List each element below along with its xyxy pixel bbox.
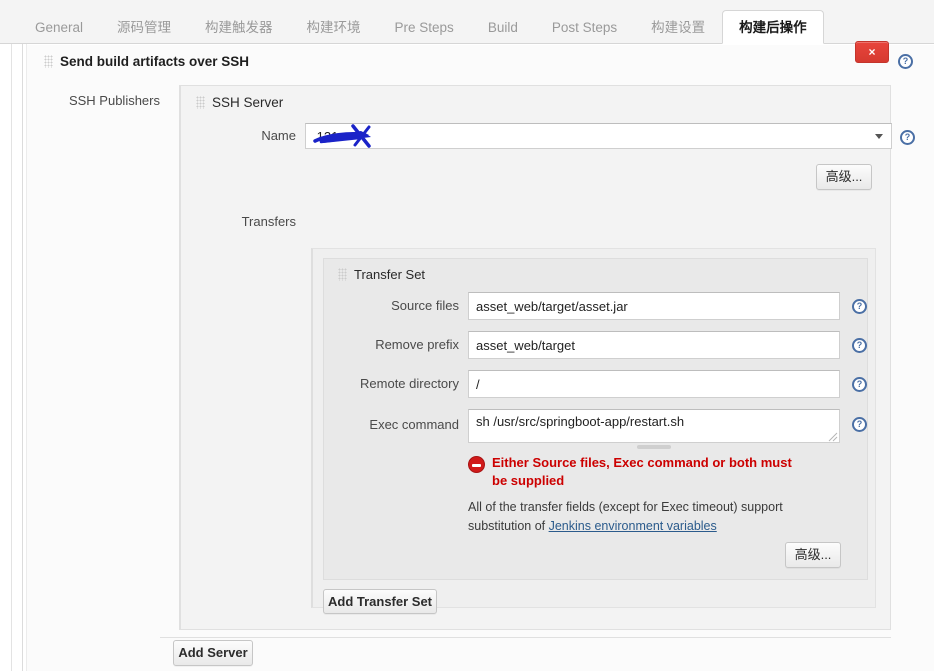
source-files-input[interactable] (468, 292, 840, 320)
server-name-label: Name (261, 128, 296, 143)
ssh-publisher-block: Send build artifacts over SSH × SSH Publ… (27, 41, 934, 671)
jenkins-env-variables-link[interactable]: Jenkins environment variables (549, 519, 717, 533)
publisher-title-text: Send build artifacts over SSH (60, 54, 250, 69)
remove-prefix-help-icon[interactable] (852, 338, 867, 353)
substitution-hint: All of the transfer fields (except for E… (468, 498, 788, 536)
jenkins-job-config-page: General 源码管理 构建触发器 构建环境 Pre Steps Build … (0, 0, 934, 671)
transfer-set-panel: Transfer Set Source files Remove prefix … (323, 258, 868, 580)
tab-build[interactable]: Build (471, 11, 535, 43)
exec-command-label: Exec command (369, 417, 459, 432)
source-files-help-icon[interactable] (852, 299, 867, 314)
remove-prefix-label: Remove prefix (375, 337, 459, 352)
exec-command-textarea[interactable]: sh /usr/src/springboot-app/restart.sh (468, 409, 840, 443)
ssh-server-title-row: SSH Server (196, 95, 283, 110)
config-tab-bar: General 源码管理 构建触发器 构建环境 Pre Steps Build … (0, 0, 934, 44)
footer-separator (160, 637, 891, 638)
validation-error-text: Either Source files, Exec command or bot… (492, 455, 792, 488)
ssh-publishers-label: SSH Publishers (68, 93, 160, 108)
tab-build-triggers[interactable]: 构建触发器 (188, 11, 290, 43)
exec-command-help-icon[interactable] (852, 417, 867, 432)
config-tab-strip: General 源码管理 构建触发器 构建环境 Pre Steps Build … (18, 0, 824, 44)
server-name-select[interactable] (305, 123, 892, 149)
ssh-server-panel: SSH Server Name 高级... (179, 85, 915, 630)
drag-handle-icon[interactable] (196, 96, 205, 109)
remote-directory-input[interactable] (468, 370, 840, 398)
remove-prefix-input[interactable] (468, 331, 840, 359)
delete-publisher-button[interactable]: × (855, 41, 889, 63)
remote-directory-label: Remote directory (360, 376, 459, 391)
ssh-server-title-text: SSH Server (212, 95, 284, 110)
close-x-icon: × (868, 45, 876, 59)
add-transfer-set-button[interactable]: Add Transfer Set (323, 589, 437, 614)
add-server-button[interactable]: Add Server (173, 640, 253, 666)
transfer-set-title-row: Transfer Set (338, 267, 425, 282)
textarea-drag-handle[interactable] (637, 445, 671, 449)
drag-handle-icon[interactable] (338, 268, 347, 281)
transfers-label: Transfers (241, 214, 296, 229)
tab-build-settings[interactable]: 构建设置 (634, 11, 722, 43)
tab-general[interactable]: General (18, 11, 100, 43)
publisher-title-row: Send build artifacts over SSH (44, 54, 249, 69)
publisher-help-icon[interactable] (898, 54, 913, 69)
error-stop-icon (468, 456, 485, 473)
transfers-container: Transfer Set Source files Remove prefix … (311, 248, 876, 614)
remote-directory-help-icon[interactable] (852, 377, 867, 392)
drag-handle-icon[interactable] (44, 55, 53, 68)
tab-source-management[interactable]: 源码管理 (100, 11, 188, 43)
server-name-help-icon[interactable] (900, 130, 915, 145)
tab-build-environment[interactable]: 构建环境 (290, 11, 378, 43)
transfer-set-advanced-button[interactable]: 高级... (785, 542, 841, 568)
transfer-set-title-text: Transfer Set (354, 267, 426, 282)
gutter-rule-middle (22, 44, 23, 671)
source-files-label: Source files (391, 298, 459, 313)
tab-post-build-actions[interactable]: 构建后操作 (722, 10, 824, 44)
server-advanced-button[interactable]: 高级... (816, 164, 872, 190)
server-name-input[interactable] (305, 123, 892, 149)
tab-pre-steps[interactable]: Pre Steps (378, 11, 471, 43)
tab-post-steps[interactable]: Post Steps (535, 11, 634, 43)
gutter-rule-outer (11, 44, 12, 671)
